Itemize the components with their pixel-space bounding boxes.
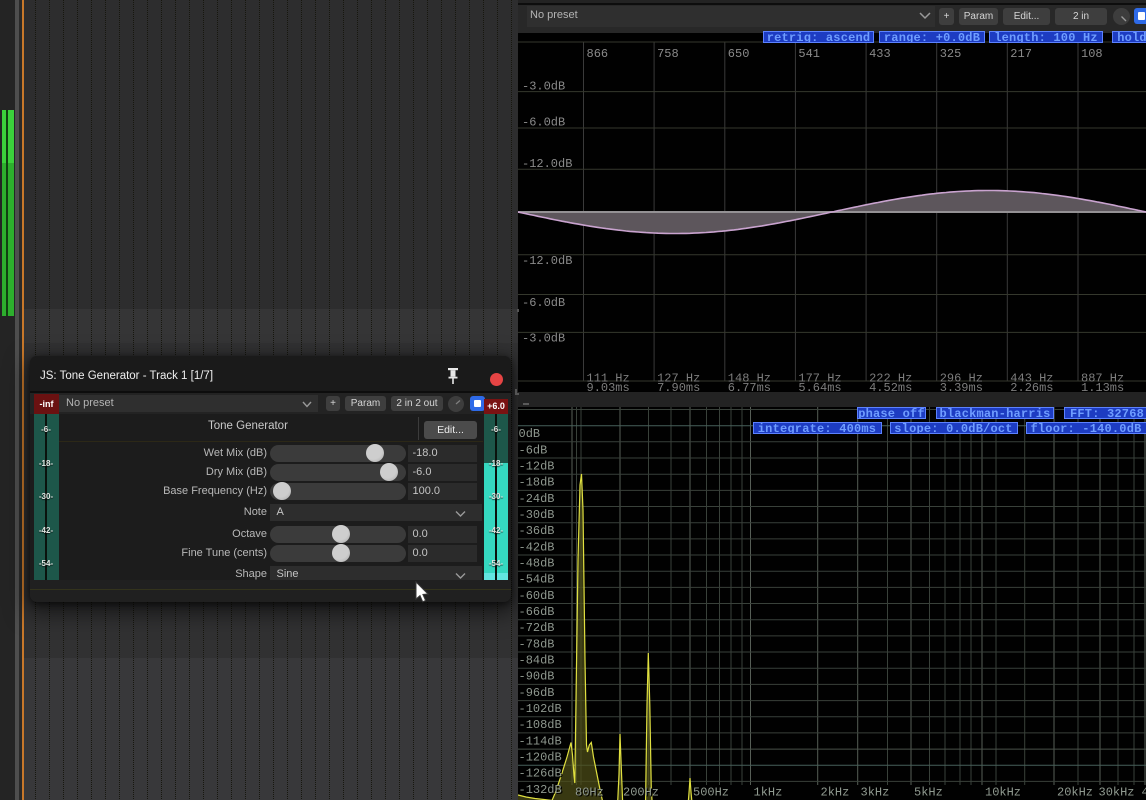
svg-text:108: 108: [1081, 47, 1103, 61]
svg-text:30kHz: 30kHz: [1099, 786, 1135, 800]
svg-text:80Hz: 80Hz: [575, 786, 604, 800]
svg-text:-90dB: -90dB: [519, 670, 555, 684]
svg-text:1kHz: 1kHz: [754, 786, 783, 800]
svg-text:-24dB: -24dB: [519, 492, 555, 506]
svg-text:-96dB: -96dB: [519, 686, 555, 700]
svg-text:-66dB: -66dB: [519, 605, 555, 619]
svg-text:-42dB: -42dB: [519, 540, 555, 554]
svg-text:-48dB: -48dB: [519, 557, 555, 571]
svg-text:-12.0dB: -12.0dB: [522, 157, 572, 171]
svg-text:-6.0dB: -6.0dB: [522, 116, 565, 130]
svg-text:-18dB: -18dB: [519, 476, 555, 490]
svg-text:200Hz: 200Hz: [623, 786, 659, 800]
svg-text:866: 866: [587, 47, 609, 61]
svg-text:-84dB: -84dB: [519, 654, 555, 668]
svg-text:-36dB: -36dB: [519, 524, 555, 538]
svg-text:10kHz: 10kHz: [985, 786, 1021, 800]
svg-text:325: 325: [940, 47, 962, 61]
svg-text:3kHz: 3kHz: [861, 786, 890, 800]
svg-text:433: 433: [869, 47, 891, 61]
svg-text:-12.0dB: -12.0dB: [522, 254, 572, 268]
svg-text:-120dB: -120dB: [519, 751, 562, 765]
svg-text:500Hz: 500Hz: [693, 786, 729, 800]
svg-text:-6.0dB: -6.0dB: [522, 296, 565, 310]
svg-text:-72dB: -72dB: [519, 621, 555, 635]
svg-text:5kHz: 5kHz: [914, 786, 943, 800]
svg-text:-126dB: -126dB: [519, 767, 562, 781]
svg-text:2kHz: 2kHz: [821, 786, 850, 800]
svg-text:541: 541: [798, 47, 820, 61]
svg-text:758: 758: [657, 47, 679, 61]
svg-text:-102dB: -102dB: [519, 702, 562, 716]
svg-text:-3.0dB: -3.0dB: [522, 332, 565, 346]
svg-text:-12dB: -12dB: [519, 460, 555, 474]
svg-text:650: 650: [728, 47, 750, 61]
svg-text:217: 217: [1010, 47, 1032, 61]
svg-text:-132dB: -132dB: [519, 783, 562, 797]
svg-text:4: 4: [1142, 786, 1146, 800]
svg-text:-78dB: -78dB: [519, 637, 555, 651]
svg-text:0dB: 0dB: [519, 427, 541, 441]
svg-text:-30dB: -30dB: [519, 508, 555, 522]
svg-text:20kHz: 20kHz: [1057, 786, 1093, 800]
svg-text:-114dB: -114dB: [519, 734, 562, 748]
svg-text:-6dB: -6dB: [519, 443, 548, 457]
svg-text:-3.0dB: -3.0dB: [522, 80, 565, 94]
svg-text:-54dB: -54dB: [519, 573, 555, 587]
svg-text:-60dB: -60dB: [519, 589, 555, 603]
svg-text:-108dB: -108dB: [519, 718, 562, 732]
